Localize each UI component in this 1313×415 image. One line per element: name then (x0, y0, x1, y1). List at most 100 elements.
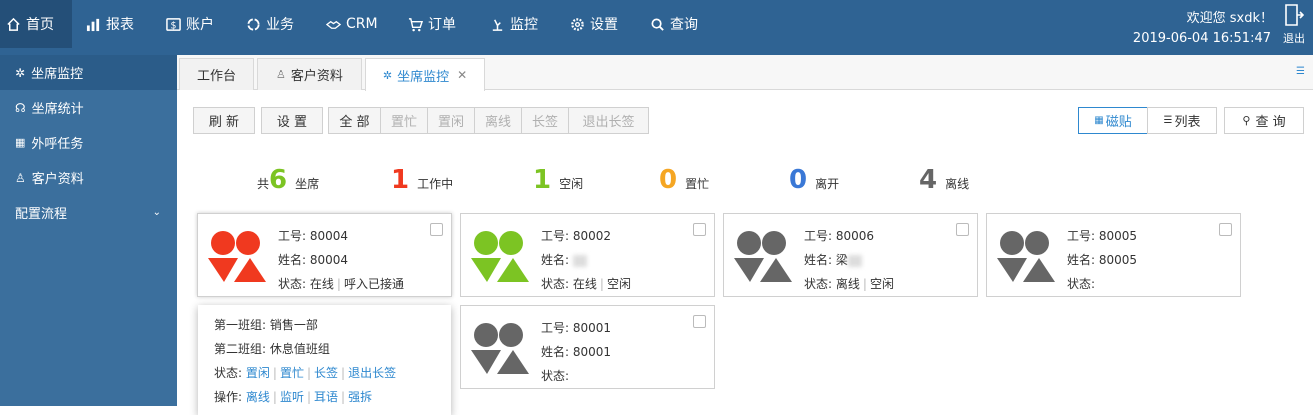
select-checkbox[interactable] (430, 223, 443, 236)
close-icon[interactable]: ✕ (457, 68, 467, 82)
view-list-button[interactable]: ☰ 列表 (1147, 107, 1217, 134)
long-sign-link[interactable]: 长签 (314, 366, 338, 380)
sidebar-item-customers[interactable]: ♙ 客户资料 (0, 160, 177, 195)
sidebar-item-outbound-tasks[interactable]: ▦ 外呼任务 (0, 125, 177, 160)
tab-workbench[interactable]: 工作台 (179, 58, 254, 90)
nav-orders[interactable]: 订单 (402, 0, 462, 48)
nav-query[interactable]: 查询 (644, 0, 704, 48)
agent-card[interactable]: 工号: 80005 姓名: 80005 状态: (986, 213, 1241, 297)
sidebar-item-label: 外呼任务 (31, 137, 84, 152)
agent-avatar-icon (734, 231, 792, 282)
tab-agent-monitor[interactable]: ✲ 坐席监控 ✕ (365, 58, 485, 91)
stat-total-prefix: 共 (257, 177, 270, 191)
filter-exit-longsign-button[interactable]: 退出长签 (568, 107, 649, 134)
sidebar-item-agent-monitor[interactable]: ✲ 坐席监控 (0, 55, 177, 90)
stat-offline-label: 离线 (945, 177, 970, 191)
agent-info: 工号: 80004 姓名: 80004 状态: 在线 | 呼入已接通 (278, 224, 404, 296)
stat-working-label: 工作中 (417, 177, 454, 191)
stat-busy-label: 置忙 (685, 177, 710, 191)
stat-idle: 1 空闲 (533, 165, 583, 195)
whisper-link[interactable]: 耳语 (314, 390, 338, 404)
sidebar-item-config-flow[interactable]: 配置流程 ⌄ (0, 195, 177, 230)
grid-icon: ▦ (15, 136, 26, 149)
chevron-down-icon: ⌄ (152, 207, 161, 218)
agent-name: 姓名: 80001 (541, 345, 612, 359)
status-label: 状态: (278, 277, 307, 291)
divider: | (341, 390, 346, 404)
view-list-label: 列表 (1174, 115, 1201, 130)
view-tile-label: 磁贴 (1105, 115, 1132, 130)
nav-reports[interactable]: 报表 (80, 0, 140, 48)
query-label: 查 询 (1255, 115, 1286, 130)
stat-away-label: 离开 (815, 177, 840, 191)
exit-long-sign-link[interactable]: 退出长签 (348, 366, 396, 380)
stat-away-value: 0 (789, 165, 808, 195)
divider: | (272, 366, 277, 380)
tab-label: 客户资料 (290, 69, 343, 84)
divider: | (599, 277, 604, 291)
set-idle-link[interactable]: 置闲 (246, 366, 270, 380)
stat-offline: 4 离线 (919, 165, 969, 195)
select-checkbox[interactable] (693, 223, 706, 236)
filter-idle-button[interactable]: 置闲 (427, 107, 475, 134)
select-checkbox[interactable] (1219, 223, 1232, 236)
tile-icon: ▦ (1094, 115, 1104, 126)
nav-orders-label: 订单 (428, 17, 456, 33)
refresh-button[interactable]: 刷 新 (193, 107, 255, 134)
filter-offline-button[interactable]: 离线 (474, 107, 522, 134)
gear-icon (571, 17, 584, 31)
nav-crm[interactable]: CRM (320, 0, 384, 48)
agent-status: 状态: 在线 | 空闲 (541, 272, 631, 296)
divider: | (341, 366, 346, 380)
filter-label: 全 部 (339, 115, 370, 130)
agent-avatar-icon (471, 323, 529, 374)
logout-button[interactable]: 退出 (1279, 3, 1309, 46)
nav-account-label: 账户 (186, 17, 214, 33)
main-content: 工作台 ♙ 客户资料 ✲ 坐席监控 ✕ ☰ 刷 新 设 置 全 部 置忙 置闲 … (177, 55, 1313, 415)
agent-card[interactable]: 工号: 80006 姓名: 梁 状态: 离线 | 空闲 (723, 213, 978, 297)
settings-label: 设 置 (276, 115, 308, 130)
agent-avatar-icon (997, 231, 1055, 282)
stat-idle-value: 1 (533, 165, 552, 195)
filter-busy-button[interactable]: 置忙 (380, 107, 428, 134)
listen-link[interactable]: 监听 (280, 390, 304, 404)
status-value: 在线 (309, 277, 334, 291)
user-icon: ♙ (15, 170, 26, 185)
popup-op-label: 操作: (214, 390, 243, 404)
redacted-name (572, 254, 587, 267)
query-button[interactable]: ⚲ 查 询 (1224, 107, 1304, 134)
nav-settings[interactable]: 设置 (564, 0, 624, 48)
sidebar-item-agent-stats[interactable]: ☊ 坐席统计 (0, 90, 177, 125)
welcome-text: 欢迎您 sxdk！ (1186, 11, 1273, 26)
settings-button[interactable]: 设 置 (261, 107, 323, 134)
agent-id: 工号: 80002 (541, 229, 612, 243)
sidebar-item-label: 客户资料 (31, 172, 84, 187)
status-detail: 呼入已接通 (343, 277, 404, 291)
current-datetime: 2019-06-04 16:51:47 (1132, 31, 1271, 46)
agent-card[interactable]: 工号: 80004 姓名: 80004 状态: 在线 | 呼入已接通 (197, 213, 452, 297)
tab-menu-icon[interactable]: ☰ (1296, 66, 1305, 77)
set-busy-link[interactable]: 置忙 (280, 366, 304, 380)
nav-settings-label: 设置 (590, 17, 618, 33)
divider: | (272, 390, 277, 404)
sidebar-item-label: 坐席统计 (31, 102, 84, 117)
force-hangup-link[interactable]: 强拆 (348, 390, 372, 404)
monitor-icon (492, 18, 503, 31)
nav-monitor[interactable]: 监控 (484, 0, 544, 48)
select-checkbox[interactable] (693, 315, 706, 328)
nav-business[interactable]: 业务 (240, 0, 300, 48)
agent-card[interactable]: 工号: 80001 姓名: 80001 状态: (460, 305, 715, 389)
agent-name: 姓名: 80005 (1067, 253, 1138, 267)
tab-customers[interactable]: ♙ 客户资料 (257, 58, 362, 90)
agent-info: 工号: 80001 姓名: 80001 状态: (541, 316, 611, 388)
tab-label: 工作台 (196, 69, 236, 84)
nav-account[interactable]: $ 账户 (160, 0, 220, 48)
agent-info: 工号: 80002 姓名: 状态: 在线 | 空闲 (541, 224, 631, 296)
force-offline-link[interactable]: 离线 (246, 390, 270, 404)
filter-all-button[interactable]: 全 部 (328, 107, 381, 134)
agent-card[interactable]: 工号: 80002 姓名: 状态: 在线 | 空闲 (460, 213, 715, 297)
nav-home[interactable]: 首页 (0, 0, 72, 48)
view-tile-button[interactable]: ▦ 磁贴 (1078, 107, 1148, 134)
filter-longsign-button[interactable]: 长签 (521, 107, 569, 134)
select-checkbox[interactable] (956, 223, 969, 236)
